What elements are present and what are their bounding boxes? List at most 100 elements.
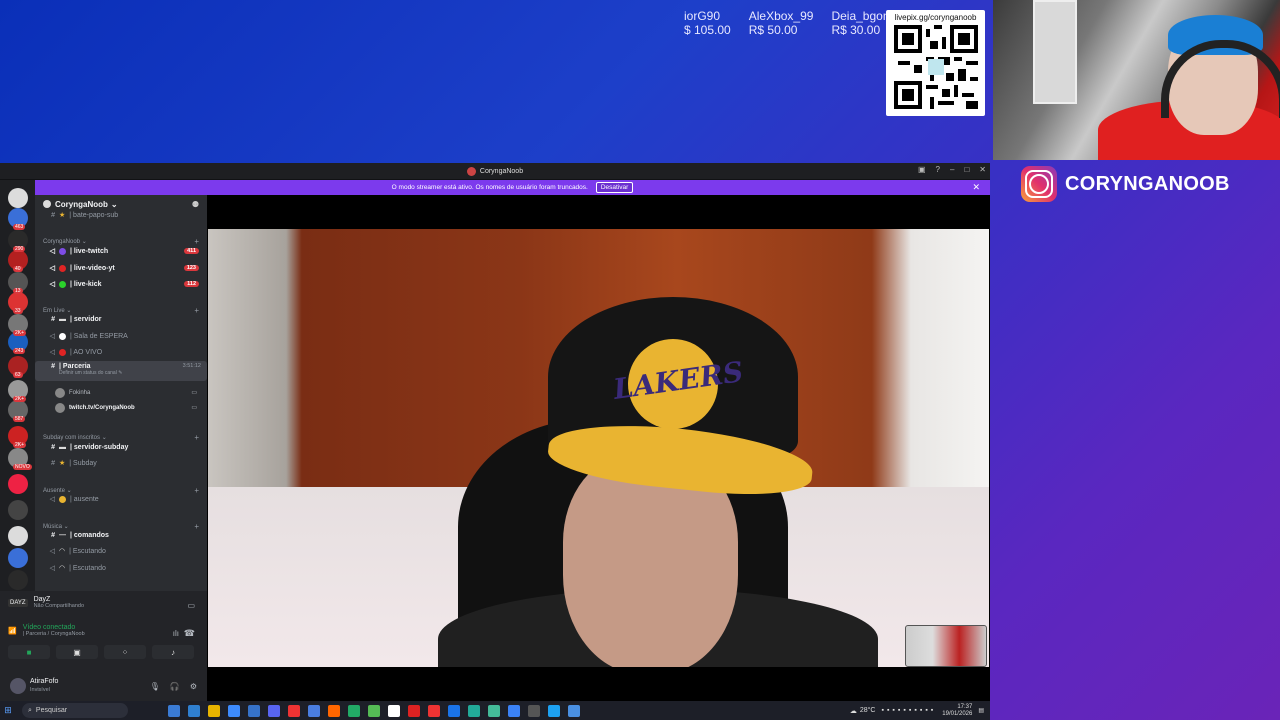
channel-item[interactable]: ◁ | live-kick 112 — [35, 277, 207, 291]
soundboard-button[interactable]: ♪ — [152, 645, 194, 659]
self-video-thumbnail[interactable] — [905, 625, 987, 667]
username: AtiraFofo — [30, 678, 59, 685]
mention-badge: 290 — [13, 246, 26, 252]
mention-badge: 112 — [184, 281, 199, 287]
channel-item[interactable]: # ▬ | servidor — [35, 312, 207, 326]
mention-badge: 2K+ — [13, 330, 27, 336]
voice-participant[interactable]: Fokinha ▭ — [55, 386, 205, 399]
channel-name: | bate-papo-sub — [69, 211, 119, 219]
avatar[interactable] — [10, 678, 26, 694]
channel-name: | live-kick — [70, 280, 102, 288]
server-icon[interactable] — [8, 570, 28, 590]
close-window-button[interactable]: ✕ — [979, 165, 986, 174]
channel-item[interactable]: ◁ | Sala de ESPERA — [35, 329, 207, 343]
camera-button[interactable]: ■ — [8, 645, 50, 659]
text-channel-icon: # — [51, 443, 55, 451]
start-icon[interactable]: ⊞ — [0, 701, 16, 720]
share-screen-button[interactable]: ▣ — [56, 645, 98, 659]
channel-name: | comandos — [70, 531, 109, 539]
maximize-button[interactable]: □ — [964, 165, 969, 174]
help-icon[interactable]: ? — [936, 165, 940, 174]
taskbar-app-icon[interactable] — [448, 704, 460, 717]
taskbar-app-icon[interactable] — [388, 704, 400, 717]
taskbar-app-icon[interactable] — [288, 704, 300, 717]
settings-gear-icon[interactable]: ⚙ — [190, 682, 197, 691]
taskbar-app-icon[interactable] — [168, 704, 180, 717]
voice-state: Vídeo conectado — [22, 624, 76, 631]
deactivate-button[interactable]: Desativar — [595, 182, 634, 193]
server-icon[interactable] — [8, 188, 28, 208]
discord-window: CoryngaNoob ▣ ? – □ ✕ O modo streamer es… — [0, 163, 990, 701]
clock[interactable]: 17:37 19/01/2026 — [942, 704, 972, 718]
channel-name: | Parceria — [59, 363, 91, 370]
channel-item[interactable]: ◁ ◠ | Escutando — [35, 561, 207, 575]
minimize-button[interactable]: – — [950, 165, 954, 174]
disconnect-icon[interactable]: ☎ — [184, 628, 195, 639]
taskbar-app-icon[interactable] — [188, 704, 200, 717]
channel-item[interactable]: # — | comandos — [35, 528, 207, 542]
channel-item[interactable]: ◁ | ausente — [35, 492, 207, 506]
donor-amount: R$ 50.00 — [748, 23, 798, 37]
taskbar-app-icon[interactable] — [468, 704, 480, 717]
tray-icons[interactable]: ▪▪▪▪▪▪▪▪▪▪ — [881, 707, 936, 714]
server-icon[interactable] — [8, 548, 28, 568]
channel-item[interactable]: # | Parceria Definir um status do canal ✎ 3… — [35, 361, 207, 381]
activities-button[interactable]: ⁘ — [104, 645, 146, 659]
taskbar-app-icon[interactable] — [548, 704, 560, 717]
screen-share-icon[interactable]: ▭ — [187, 601, 195, 610]
channel-emoji-icon: ★ — [59, 212, 66, 219]
close-banner-icon[interactable]: ✕ — [972, 182, 980, 193]
noise-icon[interactable]: ılı — [173, 629, 179, 638]
webcam-overlay — [993, 0, 1280, 160]
channel-item[interactable]: ◁ ◠ | Escutando — [35, 544, 207, 558]
server-icon[interactable] — [8, 526, 28, 546]
mention-badge: 2K+ — [13, 442, 27, 448]
taskbar-app-icon[interactable] — [368, 704, 380, 717]
search-label: Pesquisar — [35, 707, 68, 714]
weather-widget[interactable]: ☁ 28°C — [850, 707, 876, 715]
channel-sidebar: CoryngaNoob ⌄ ⚉ # ★ | bate-papo-sub Corynga… — [35, 195, 207, 591]
taskbar-app-icon[interactable] — [328, 704, 340, 717]
status-dot — [59, 280, 66, 288]
channel-item[interactable]: ◁ | live-twitch 411 — [35, 244, 207, 258]
text-channel-icon: # — [51, 363, 55, 370]
notification-icon[interactable]: ▤ — [978, 707, 984, 714]
donor-item: Deia_bgon R$ 30.00 — [831, 9, 889, 37]
participant-name: twitch.tv/CoryngaNoob — [69, 404, 135, 411]
taskbar-app-icon[interactable] — [268, 704, 280, 717]
mention-badge: NOVO — [13, 464, 32, 470]
channel-item[interactable]: ◁ | AO VIVO — [35, 345, 207, 359]
taskbar-app-icon[interactable] — [348, 704, 360, 717]
clock-time: 17:37 — [957, 703, 973, 710]
taskbar-app-icon[interactable] — [228, 704, 240, 717]
headphones-icon[interactable]: 🎧 — [170, 682, 180, 691]
taskbar-app-icon[interactable] — [248, 704, 260, 717]
camera-icon: ▭ — [191, 390, 197, 396]
taskbar-app-icon[interactable] — [568, 704, 580, 717]
server-icon[interactable] — [8, 474, 28, 494]
channel-item[interactable]: ◁ | live-video-yt 123 — [35, 261, 207, 275]
voice-participant[interactable]: twitch.tv/CoryngaNoob ▭ — [55, 401, 205, 414]
taskbar-app-icon[interactable] — [488, 704, 500, 717]
main-video-feed[interactable]: LAKERS — [208, 229, 989, 667]
channel-item[interactable]: # ▬ | servidor-subday — [35, 440, 207, 454]
taskbar-app-icon[interactable] — [428, 704, 440, 717]
voice-channel-icon: ◁ — [49, 281, 55, 288]
taskbar-search[interactable]: ⌕ Pesquisar — [22, 703, 128, 718]
camera-icon: ■ — [26, 647, 32, 657]
channel-item[interactable]: # ★ | Subday — [35, 456, 207, 470]
text-channel-icon: # — [51, 531, 55, 539]
voice-channel-icon: ◁ — [49, 496, 55, 503]
taskbar-app-icon[interactable] — [208, 704, 220, 717]
channel-status[interactable]: Definir um status do canal ✎ — [59, 370, 122, 376]
inbox-icon[interactable]: ▣ — [918, 165, 926, 174]
taskbar-app-icon[interactable] — [528, 704, 540, 717]
window-title: CoryngaNoob — [479, 167, 524, 175]
taskbar-app-icon[interactable] — [408, 704, 420, 717]
taskbar-app-icon[interactable] — [508, 704, 520, 717]
microphone-icon[interactable]: 🎙 — [150, 682, 160, 691]
taskbar-app-icon[interactable] — [308, 704, 320, 717]
server-icon[interactable] — [8, 500, 28, 520]
channel-name: | servidor — [70, 315, 102, 323]
channel-item[interactable]: # ★ | bate-papo-sub — [35, 208, 207, 222]
